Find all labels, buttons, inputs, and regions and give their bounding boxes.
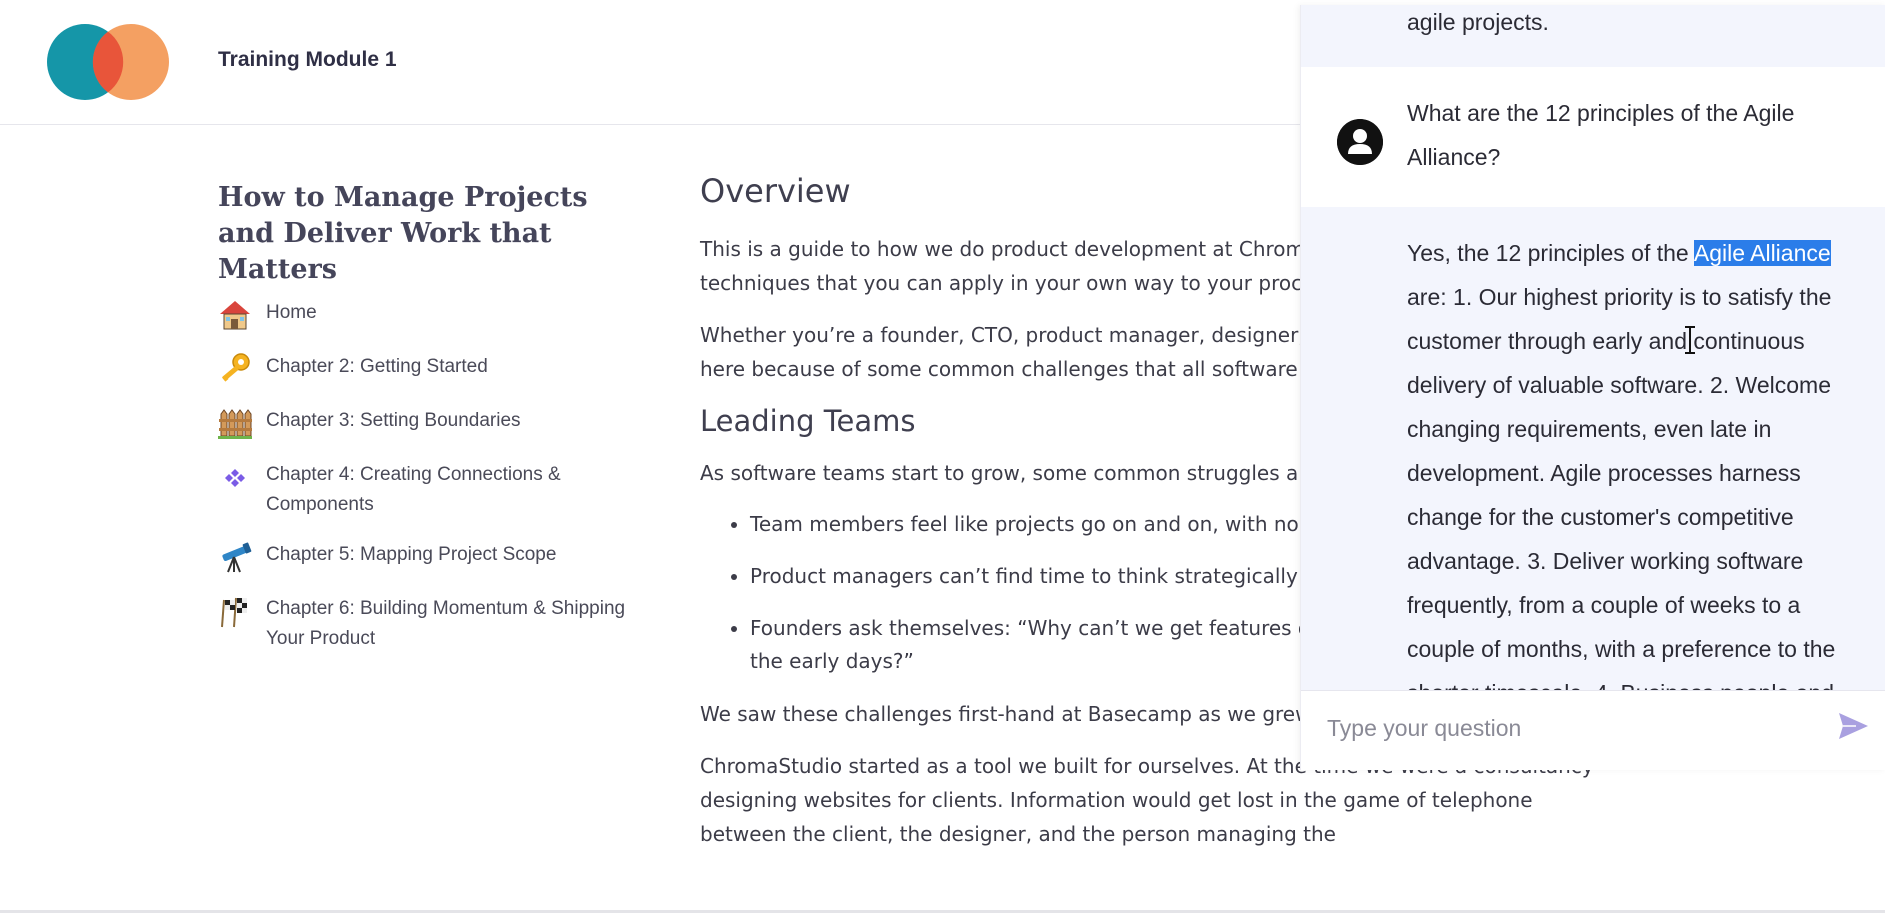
answer-rest: are: 1. Our highest priority is to satis…: [1407, 284, 1836, 690]
checkered-flag-icon: [221, 597, 247, 628]
chat-messages[interactable]: agile projects. What are the 12 principl…: [1301, 5, 1885, 690]
answer-prefix: Yes, the 12 principles of the: [1407, 240, 1694, 266]
question-input[interactable]: [1325, 705, 1809, 751]
chat-input-bar: [1301, 690, 1885, 770]
toc-item-chapter-4[interactable]: Chapter 4: Creating Connections & Compon…: [218, 460, 658, 520]
chat-message-bot: agile projects.: [1301, 5, 1885, 67]
chat-answer-text: Yes, the 12 principles of the Agile Alli…: [1407, 231, 1862, 690]
chat-message-bot: Yes, the 12 principles of the Agile Alli…: [1301, 207, 1885, 690]
toc-item-chapter-2[interactable]: Chapter 2: Getting Started: [218, 352, 658, 386]
key-icon: [222, 353, 250, 382]
user-avatar-icon: [1337, 119, 1383, 165]
table-of-contents: Home Chapter 2: Getting Started Chapter …: [218, 298, 658, 674]
selected-text-highlight: Agile Alliance: [1693, 240, 1831, 266]
toc-item-chapter-5[interactable]: Chapter 5: Mapping Project Scope: [218, 540, 658, 574]
course-title: How to Manage Projects and Deliver Work …: [218, 182, 588, 285]
logo-icon[interactable]: [47, 24, 169, 100]
fence-icon: [218, 409, 252, 439]
house-icon: [220, 301, 250, 330]
module-title: Training Module 1: [218, 48, 397, 71]
send-icon[interactable]: [1836, 709, 1870, 743]
chat-message-user: What are the 12 principles of the Agile …: [1301, 67, 1885, 207]
toc-item-label: Chapter 6: Building Momentum & Shipping …: [266, 598, 626, 649]
toc-item-label: Chapter 4: Creating Connections & Compon…: [266, 464, 561, 515]
toc-item-chapter-3[interactable]: Chapter 3: Setting Boundaries: [218, 406, 658, 440]
chat-panel: agile projects. What are the 12 principl…: [1300, 5, 1885, 770]
toc-item-label: Chapter 3: Setting Boundaries: [266, 410, 521, 431]
telescope-icon: [222, 542, 252, 573]
toc-item-label: Chapter 2: Getting Started: [266, 356, 488, 377]
toc-item-label: Chapter 5: Mapping Project Scope: [266, 544, 557, 565]
chat-message-text: What are the 12 principles of the Agile …: [1407, 100, 1795, 170]
chat-message-text: agile projects.: [1407, 9, 1549, 35]
toc-item-home[interactable]: Home: [218, 298, 658, 332]
toc-item-chapter-6[interactable]: Chapter 6: Building Momentum & Shipping …: [218, 594, 658, 654]
toc-item-label: Home: [266, 302, 317, 323]
components-icon: [225, 469, 245, 487]
